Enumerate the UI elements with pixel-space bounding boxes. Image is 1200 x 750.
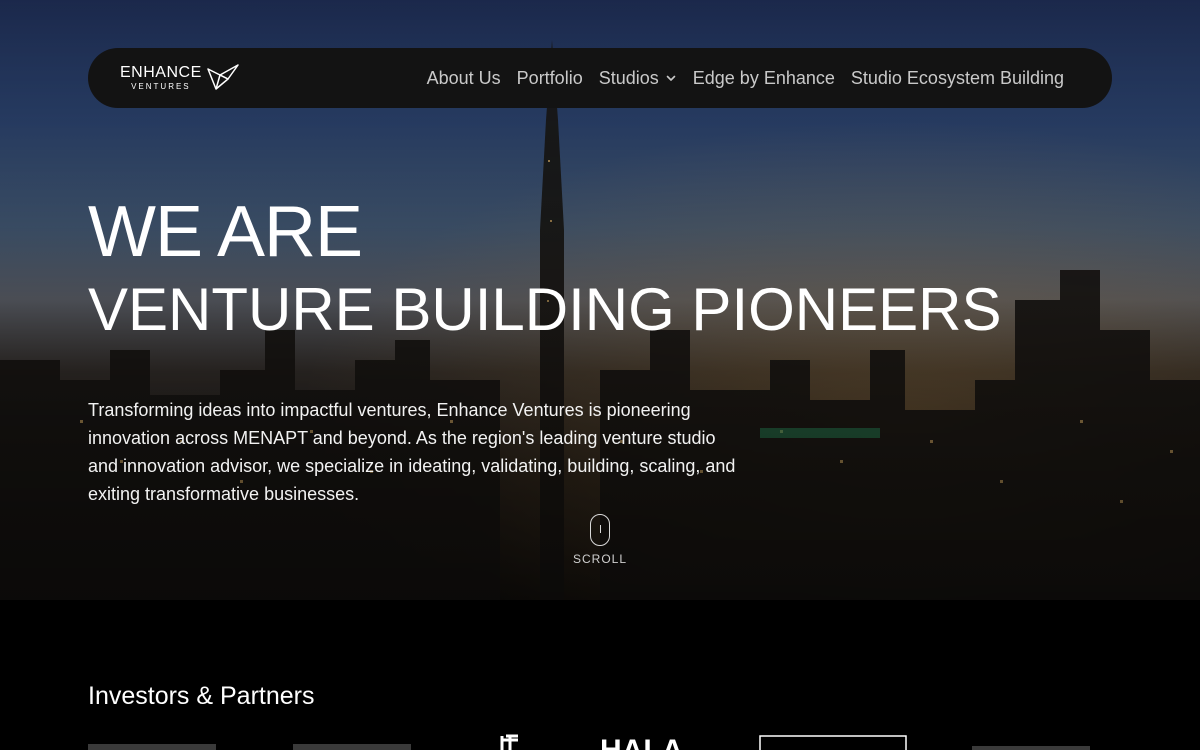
chevron-down-icon: [666, 75, 676, 81]
nav-links: About Us Portfolio Studios Edge by Enhan…: [427, 68, 1064, 89]
mouse-wheel: [599, 525, 601, 533]
partner-logo: [972, 746, 1090, 750]
partner-logo: [759, 735, 907, 750]
hero-section: ENHANCE VENTURES About Us Portfolio Stud…: [0, 0, 1200, 600]
logo-sub-text: VENTURES: [131, 82, 191, 91]
logo-main-text: ENHANCE: [120, 64, 202, 81]
logo-text: ENHANCE VENTURES: [120, 65, 202, 91]
scroll-label: SCROLL: [572, 552, 628, 566]
partner-logo: [293, 744, 411, 750]
main-navbar: ENHANCE VENTURES About Us Portfolio Stud…: [88, 48, 1112, 108]
scroll-indicator[interactable]: SCROLL: [570, 514, 630, 566]
mouse-scroll-icon: [590, 514, 610, 546]
enhance-logo-icon: [206, 64, 239, 90]
nav-link-about-us[interactable]: About Us: [427, 68, 501, 89]
partner-logo: [500, 734, 518, 750]
partner-logo-hala: HALA: [600, 734, 683, 750]
hero-intro-text: Transforming ideas into impactful ventur…: [88, 400, 736, 504]
hero-headline-line-2: VENTURE BUILDING PIONEERS: [88, 276, 1002, 343]
nav-link-edge-by-enhance[interactable]: Edge by Enhance: [693, 68, 835, 89]
investors-partners-section: Investors & Partners HALA: [0, 600, 1200, 750]
partners-title: Investors & Partners: [88, 682, 315, 710]
enhance-logo[interactable]: ENHANCE VENTURES: [120, 63, 240, 93]
nav-link-studios[interactable]: Studios: [599, 68, 677, 89]
nav-link-studio-ecosystem-building[interactable]: Studio Ecosystem Building: [851, 68, 1064, 89]
partner-logo: [88, 744, 216, 750]
hero-headline-line-1: WE ARE: [88, 192, 363, 272]
nav-link-studios-label: Studios: [598, 67, 659, 88]
partner-logo-hala-text: HALA: [600, 734, 683, 750]
nav-link-portfolio[interactable]: Portfolio: [517, 68, 583, 89]
partner-logo-strip: HALA: [88, 734, 1112, 750]
